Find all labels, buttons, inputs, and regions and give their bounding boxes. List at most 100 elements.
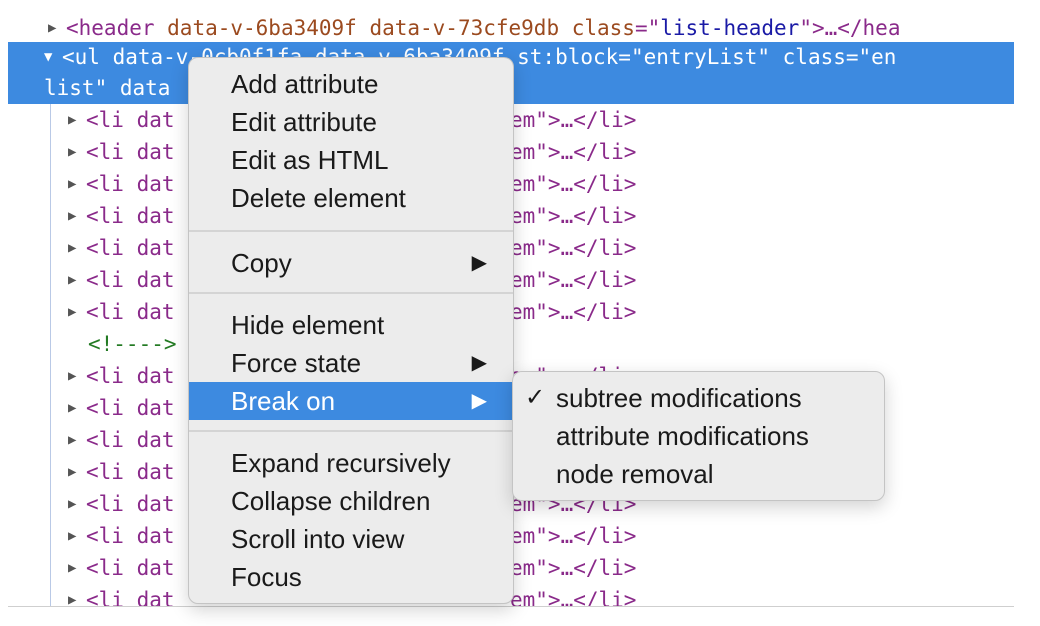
li-tag-end: em">…</li>: [510, 520, 636, 552]
tree-node-li[interactable]: ▶ <li dat: [68, 136, 175, 168]
li-tag-start: <li dat: [86, 236, 175, 260]
tree-node-li[interactable]: ▶ <li dat: [68, 104, 175, 136]
submenu-item-node-removal[interactable]: node removal: [513, 455, 884, 493]
tree-node-li[interactable]: ▶ <li dat: [68, 520, 175, 552]
menu-separator: [189, 292, 513, 294]
expand-triangle-icon[interactable]: ▶: [68, 360, 86, 392]
menu-item-delete-element[interactable]: Delete element: [189, 179, 513, 217]
tree-node-li[interactable]: ▶ <li dat: [68, 488, 175, 520]
tree-node-header[interactable]: ▶ <header data-v-6ba3409f data-v-73cfe9db…: [48, 12, 900, 44]
li-tag-end-text: em">…</li>: [510, 108, 637, 132]
submenu-item-label: node removal: [556, 459, 714, 489]
tree-node-li[interactable]: ▶ <li dat: [68, 552, 175, 584]
menu-separator: [189, 230, 513, 232]
li-tag-start: <li dat: [86, 428, 175, 452]
tree-node-li[interactable]: ▶ <li dat: [68, 168, 175, 200]
li-tag-start: <li dat: [86, 108, 175, 132]
li-tag-end: em">…</li>: [510, 200, 636, 232]
menu-item-label: Copy: [231, 248, 292, 278]
li-tag-start: <li dat: [86, 492, 175, 516]
menu-item-collapse-children[interactable]: Collapse children: [189, 482, 513, 520]
menu-item-scroll-into-view[interactable]: Scroll into view: [189, 520, 513, 558]
menu-item-add-attribute[interactable]: Add attribute: [189, 65, 513, 103]
submenu-item-label: attribute modifications: [556, 421, 809, 451]
li-tag-start: <li dat: [86, 460, 175, 484]
expand-triangle-icon[interactable]: ▶: [68, 200, 86, 232]
menu-item-label: Delete element: [231, 183, 406, 213]
submenu-arrow-icon: ▶: [471, 352, 487, 374]
expand-triangle-icon[interactable]: ▶: [68, 424, 86, 456]
tree-node-li[interactable]: ▶ <li dat: [68, 264, 175, 296]
tree-node-li[interactable]: ▶ <li dat: [68, 424, 175, 456]
expand-triangle-icon[interactable]: ▶: [68, 584, 86, 606]
tree-guide-line: [50, 104, 51, 606]
expand-triangle-icon[interactable]: ▶: [68, 232, 86, 264]
menu-item-expand-recursively[interactable]: Expand recursively: [189, 444, 513, 482]
expand-triangle-icon[interactable]: ▶: [68, 520, 86, 552]
menu-item-break-on[interactable]: Break on ▶: [189, 382, 513, 420]
tree-node-li[interactable]: ▶ <li dat: [68, 296, 175, 328]
li-tag-start: <li dat: [86, 396, 175, 420]
menu-item-label: Collapse children: [231, 486, 431, 516]
menu-item-label: Edit as HTML: [231, 145, 389, 175]
li-tag-end-text: em">…</li>: [510, 172, 637, 196]
li-tag-start: <li dat: [86, 204, 175, 228]
li-tag-end: em">…</li>: [510, 232, 636, 264]
menu-item-hide-element[interactable]: Hide element: [189, 306, 513, 344]
li-tag-start: <li dat: [86, 140, 175, 164]
menu-item-label: Add attribute: [231, 69, 379, 99]
expand-triangle-icon[interactable]: ▶: [48, 12, 66, 44]
menu-item-label: Expand recursively: [231, 448, 451, 478]
menu-item-edit-attribute[interactable]: Edit attribute: [189, 103, 513, 141]
tree-node-li[interactable]: ▶ <li dat: [68, 200, 175, 232]
expand-triangle-icon[interactable]: ▶: [68, 136, 86, 168]
li-tag-start: <li dat: [86, 588, 175, 607]
menu-separator: [189, 430, 513, 432]
li-tag-end: em">…</li>: [510, 584, 636, 606]
li-tag-end: em">…</li>: [510, 104, 636, 136]
expand-triangle-icon[interactable]: ▶: [68, 392, 86, 424]
li-tag-start: <li dat: [86, 524, 175, 548]
menu-item-label: Edit attribute: [231, 107, 377, 137]
submenu-item-label: subtree modifications: [556, 383, 802, 413]
expand-triangle-icon[interactable]: ▶: [68, 296, 86, 328]
ul-tag-text-wrapped: list" data: [44, 76, 171, 100]
li-tag-start: <li dat: [86, 268, 175, 292]
tree-node-li[interactable]: ▶ <li dat: [68, 360, 175, 392]
li-tag-end: em">…</li>: [510, 136, 636, 168]
li-tag-end-text: em">…</li>: [510, 140, 637, 164]
menu-item-label: Break on: [231, 386, 336, 416]
menu-item-label: Focus: [231, 562, 302, 592]
li-tag-end-text: em">…</li>: [510, 268, 637, 292]
menu-item-focus[interactable]: Focus: [189, 558, 513, 596]
tree-node-li[interactable]: ▶ <li dat: [68, 584, 175, 607]
expand-triangle-icon[interactable]: ▶: [68, 264, 86, 296]
context-menu: Add attribute Edit attribute Edit as HTML D…: [188, 57, 514, 604]
expand-triangle-icon[interactable]: ▶: [68, 488, 86, 520]
expand-triangle-icon[interactable]: ▶: [68, 104, 86, 136]
collapse-triangle-icon[interactable]: ▼: [44, 42, 62, 73]
li-tag-end: em">…</li>: [510, 168, 636, 200]
submenu-arrow-icon: ▶: [471, 252, 487, 274]
li-tag-start: <li dat: [86, 556, 175, 580]
expand-triangle-icon[interactable]: ▶: [68, 552, 86, 584]
menu-item-edit-as-html[interactable]: Edit as HTML: [189, 141, 513, 179]
menu-item-copy[interactable]: Copy ▶: [189, 244, 513, 282]
tree-node-li[interactable]: ▶ <li dat: [68, 456, 175, 488]
tree-node-li[interactable]: ▶ <li dat: [68, 392, 175, 424]
li-tag-end: em">…</li>: [510, 264, 636, 296]
expand-triangle-icon[interactable]: ▶: [68, 456, 86, 488]
submenu-item-attribute-modifications[interactable]: attribute modifications: [513, 417, 884, 455]
li-tag-end-text: em">…</li>: [510, 236, 637, 260]
expand-triangle-icon[interactable]: ▶: [68, 168, 86, 200]
submenu-item-subtree-modifications[interactable]: ✓ subtree modifications: [513, 379, 884, 417]
comment-text: <!---->: [88, 332, 177, 356]
li-tag-start: <li dat: [86, 300, 175, 324]
li-tag-end-text: em">…</li>: [510, 204, 637, 228]
menu-item-force-state[interactable]: Force state ▶: [189, 344, 513, 382]
li-tag-end-text: em">…</li>: [510, 524, 637, 548]
tree-node-comment[interactable]: <!---->: [88, 328, 177, 360]
tree-node-li[interactable]: ▶ <li dat: [68, 232, 175, 264]
menu-item-label: Hide element: [231, 310, 385, 340]
break-on-submenu: ✓ subtree modifications attribute modifica…: [512, 371, 885, 501]
